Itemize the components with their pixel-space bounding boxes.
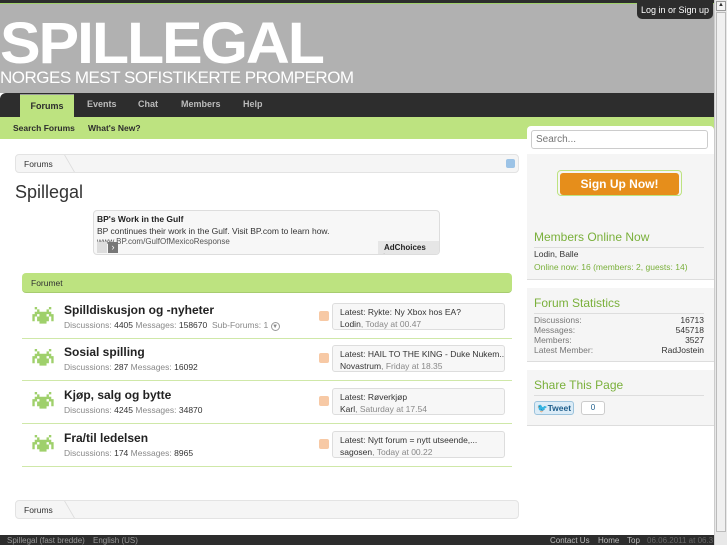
tab-forums[interactable]: Forums [20, 94, 74, 117]
forum-stats-title: Forum Statistics [534, 296, 704, 314]
latest-time: , Today at 00.47 [360, 319, 422, 329]
rss-icon[interactable] [319, 396, 329, 406]
whats-new-link[interactable]: What's New? [88, 123, 141, 133]
forum-row: Kjøp, salg og bytte Discussions: 4245 Me… [22, 382, 512, 424]
stat-row: Latest Member: RadJostein [534, 345, 704, 355]
tab-help[interactable]: Help [243, 93, 263, 117]
footer: Spillegal (fast bredde) English (US) Con… [0, 535, 714, 545]
scrollbar[interactable]: ▲ [714, 0, 727, 545]
stat-row: Discussions: 16713 [534, 315, 704, 325]
forum-title[interactable]: Sosial spilling [64, 345, 145, 359]
tab-chat[interactable]: Chat [138, 93, 158, 117]
forum-stats: Discussions: 287 Messages: 16092 [64, 362, 198, 372]
latest-post: Latest: Røverkjøp Karl, Saturday at 17.54 [332, 388, 505, 415]
tweet-button[interactable]: 🐦Tweet [534, 401, 574, 415]
ad-next-icon[interactable]: › [108, 242, 118, 253]
search-forums-link[interactable]: Search Forums [13, 123, 75, 133]
forum-title[interactable]: Fra/til ledelsen [64, 431, 148, 445]
space-invader-icon [30, 435, 56, 455]
twitter-bird-icon: 🐦 [536, 403, 548, 413]
forum-stats: Discussions: 4405 Messages: 158670 Sub-F… [64, 320, 280, 331]
breadcrumb-forums[interactable]: Forums [24, 505, 53, 515]
latest-post: Latest: HAIL TO THE KING - Duke Nukem...… [332, 345, 505, 372]
forum-title[interactable]: Spilldiskusjon og -nyheter [64, 303, 214, 317]
forum-stats: Discussions: 4245 Messages: 34870 [64, 405, 203, 415]
adchoices-link[interactable]: AdChoices ▷ [378, 241, 439, 254]
latest-time: , Friday at 18.35 [381, 361, 443, 371]
share-title: Share This Page [534, 378, 704, 396]
latest-thread-link[interactable]: Latest: HAIL TO THE KING - Duke Nukem... [340, 348, 504, 360]
latest-time: , Today at 00.22 [372, 447, 433, 457]
external-link-icon[interactable] [506, 159, 515, 168]
latest-thread-link[interactable]: Latest: Røverkjøp [340, 391, 497, 403]
logo[interactable]: SPILLEGAL [0, 14, 325, 74]
top-link[interactable]: Top [627, 535, 640, 547]
tab-members[interactable]: Members [181, 93, 221, 117]
latest-time: , Saturday at 17.54 [355, 404, 427, 414]
space-invader-icon [30, 307, 56, 327]
stat-row: Members: 3527 [534, 335, 704, 345]
rss-icon[interactable] [319, 311, 329, 321]
rss-icon[interactable] [319, 439, 329, 449]
online-members[interactable]: Lodin, Balle [534, 249, 578, 259]
space-invader-icon [30, 349, 56, 369]
ad-title[interactable]: BP's Work in the Gulf [97, 214, 183, 224]
latest-user-link[interactable]: Novastrum [340, 361, 381, 371]
breadcrumb: Forums [15, 154, 519, 173]
forum-row: Spilldiskusjon og -nyheter Discussions: … [22, 297, 512, 339]
signup-button[interactable]: Sign Up Now! [557, 170, 682, 196]
forum-stats: Discussions: 174 Messages: 8965 [64, 448, 194, 458]
category-title[interactable]: Forumet [31, 278, 63, 288]
tab-events[interactable]: Events [87, 93, 117, 117]
forum-row: Sosial spilling Discussions: 287 Message… [22, 339, 512, 381]
latest-thread-link[interactable]: Latest: Nytt forum = nytt utseende,... [340, 434, 497, 446]
latest-post: Latest: Rykte: Ny Xbox hos EA? Lodin, Tod… [332, 303, 505, 330]
page-title: Spillegal [15, 182, 84, 202]
login-signup-button[interactable]: Log in or Sign up [637, 0, 713, 19]
breadcrumb-bottom: Forums [15, 500, 519, 519]
home-link[interactable]: Home [598, 535, 619, 547]
contact-link[interactable]: Contact Us [550, 535, 590, 547]
rss-icon[interactable] [319, 353, 329, 363]
tweet-count: 0 [581, 401, 605, 415]
latest-user-link[interactable]: sagosen [340, 447, 372, 457]
tagline: NORGES MEST SOFISTIKERTE PROMPEROM [0, 68, 354, 87]
latest-thread-link[interactable]: Latest: Rykte: Ny Xbox hos EA? [340, 306, 497, 318]
space-invader-icon [30, 392, 56, 412]
latest-member-link[interactable]: RadJostein [661, 345, 704, 355]
latest-user-link[interactable]: Lodin [340, 319, 361, 329]
signup-label: Sign Up Now! [560, 173, 679, 195]
ad-text: BP continues their work in the Gulf. Vis… [97, 226, 330, 236]
subforums-toggle[interactable]: Sub-Forums: 1 ▼ [212, 320, 280, 331]
category-header[interactable]: Forumet [22, 273, 512, 293]
ad-prev-icon[interactable] [97, 242, 107, 253]
latest-post: Latest: Nytt forum = nytt utseende,... sa… [332, 431, 505, 458]
footer-date: 06.06.2011 at 06.3 [647, 536, 714, 545]
style-chooser[interactable]: Spillegal (fast bredde) [7, 535, 85, 547]
members-online-title: Members Online Now [534, 230, 704, 248]
scroll-up-icon[interactable]: ▲ [716, 1, 726, 11]
chevron-down-icon: ▼ [270, 322, 280, 331]
stat-row: Messages: 545718 [534, 325, 704, 335]
scroll-thumb[interactable] [716, 12, 726, 532]
members-online-panel: Members Online Now Lodin, Balle Online n… [527, 222, 714, 280]
main-nav: Forums Events Chat Members Help [0, 93, 714, 117]
header: SPILLEGAL NORGES MEST SOFISTIKERTE PROMP… [0, 4, 714, 93]
share-panel: Share This Page 🐦Tweet 0 [527, 370, 714, 426]
forum-title[interactable]: Kjøp, salg og bytte [64, 388, 171, 402]
language-chooser[interactable]: English (US) [93, 535, 138, 547]
online-summary[interactable]: Online now: 16 (members: 2, guests: 14) [534, 262, 688, 272]
breadcrumb-forums[interactable]: Forums [24, 159, 53, 169]
latest-user-link[interactable]: Karl [340, 404, 355, 414]
search-input[interactable] [531, 130, 708, 149]
ad-box[interactable]: BP's Work in the Gulf BP continues their… [93, 210, 440, 255]
forum-stats-panel: Forum Statistics Discussions: 16713 Messa… [527, 288, 714, 362]
forum-row: Fra/til ledelsen Discussions: 174 Messag… [22, 425, 512, 467]
